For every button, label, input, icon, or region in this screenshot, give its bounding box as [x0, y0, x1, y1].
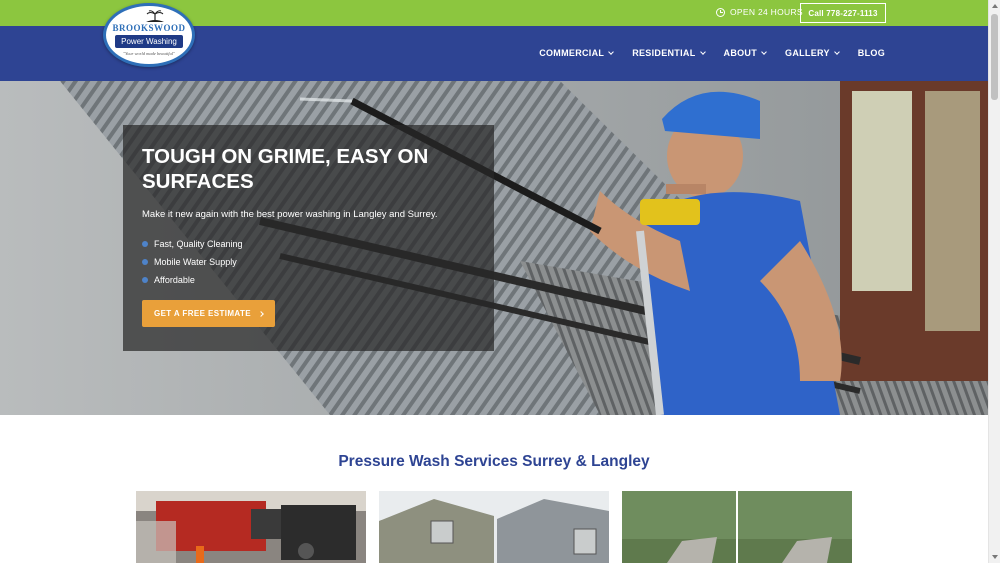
scroll-down-icon[interactable] — [992, 555, 998, 559]
logo-tagline: "Your world made beautiful" — [123, 51, 175, 56]
palm-tree-icon — [146, 10, 164, 22]
list-item: Affordable — [142, 271, 243, 289]
hero-title: TOUGH ON GRIME, EASY ON SURFACES — [142, 145, 429, 193]
bullet-dot-icon — [142, 241, 148, 247]
scroll-up-icon[interactable] — [992, 4, 998, 8]
bullet-text: Mobile Water Supply — [154, 257, 237, 267]
site-logo[interactable]: BROOKSWOOD Power Washing "Your world mad… — [103, 3, 195, 67]
chevron-down-icon — [608, 48, 615, 55]
page: OPEN 24 HOURS Call 778-227-1113 COMMERCI… — [0, 0, 1000, 563]
bullet-dot-icon — [142, 259, 148, 265]
bullet-dot-icon — [142, 277, 148, 283]
hero-overlay-box: TOUGH ON GRIME, EASY ON SURFACES Make it… — [123, 125, 494, 351]
chevron-right-icon — [258, 310, 264, 317]
main-nav: COMMERCIAL RESIDENTIAL ABOUT GALLERY BLO… — [539, 48, 885, 58]
page-scrollbar[interactable] — [988, 0, 1000, 563]
hero-section: TOUGH ON GRIME, EASY ON SURFACES Make it… — [0, 81, 988, 415]
bullet-text: Affordable — [154, 275, 195, 285]
chevron-down-icon — [761, 48, 767, 55]
services-heading: Pressure Wash Services Surrey & Langley — [338, 453, 650, 470]
clock-icon — [716, 7, 725, 17]
free-estimate-button[interactable]: GET A FREE ESTIMATE — [142, 300, 275, 327]
chevron-down-icon — [699, 48, 706, 55]
house-siding-photo — [379, 491, 609, 563]
opening-hours: OPEN 24 HOURS — [716, 7, 803, 17]
nav-about[interactable]: ABOUT — [724, 48, 767, 58]
nav-commercial[interactable]: COMMERCIAL — [539, 48, 615, 58]
list-item: Mobile Water Supply — [142, 253, 243, 271]
logo-brand: BROOKSWOOD — [112, 23, 186, 33]
free-estimate-label: GET A FREE ESTIMATE — [153, 309, 252, 318]
nav-about-label: ABOUT — [723, 48, 758, 58]
logo-banner: Power Washing — [115, 35, 183, 48]
list-item: Fast, Quality Cleaning — [142, 235, 243, 253]
hours-label: OPEN 24 HOURS — [730, 7, 803, 17]
call-button[interactable]: Call 778-227-1113 — [800, 3, 886, 23]
bullet-text: Fast, Quality Cleaning — [154, 239, 243, 249]
scroll-thumb[interactable] — [991, 14, 998, 100]
service-card-truck[interactable] — [136, 491, 366, 563]
service-card-driveway[interactable] — [622, 491, 852, 563]
nav-gallery[interactable]: GALLERY — [785, 48, 840, 58]
nav-gallery-label: GALLERY — [785, 48, 830, 58]
hero-bullet-list: Fast, Quality Cleaning Mobile Water Supp… — [142, 235, 243, 289]
nav-blog[interactable]: BLOG — [858, 48, 885, 58]
nav-residential[interactable]: RESIDENTIAL — [632, 48, 706, 58]
nav-commercial-label: COMMERCIAL — [539, 48, 605, 58]
chevron-down-icon — [833, 48, 840, 55]
truck-cleaning-photo — [136, 491, 366, 563]
nav-blog-label: BLOG — [857, 48, 885, 58]
nav-residential-label: RESIDENTIAL — [632, 48, 696, 58]
service-card-house[interactable] — [379, 491, 609, 563]
hero-subtitle: Make it new again with the best power wa… — [142, 209, 438, 220]
driveway-photo — [622, 491, 852, 563]
